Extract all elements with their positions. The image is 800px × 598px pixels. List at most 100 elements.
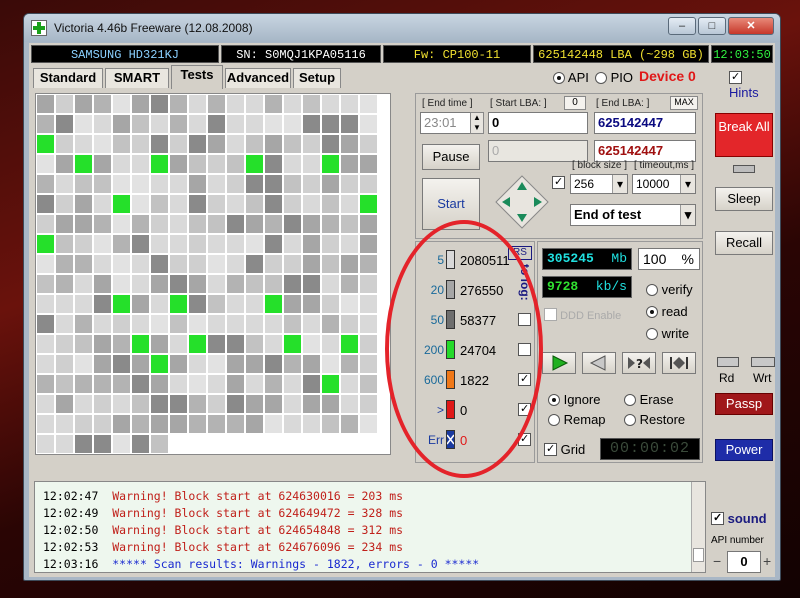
block-cell bbox=[113, 95, 130, 113]
block-cell bbox=[189, 155, 206, 173]
block-cell bbox=[113, 215, 130, 233]
legend-log-checkbox[interactable] bbox=[518, 373, 531, 386]
sleep-button[interactable]: Sleep bbox=[715, 187, 773, 211]
block-cell bbox=[37, 295, 54, 313]
pio-radio[interactable]: PIO bbox=[595, 70, 633, 85]
close-button[interactable]: ✕ bbox=[728, 17, 774, 35]
sound-check[interactable] bbox=[711, 512, 724, 525]
end-action-select[interactable]: End of test bbox=[570, 204, 696, 226]
block-cell bbox=[322, 355, 339, 373]
legend-log-checkbox[interactable] bbox=[518, 403, 531, 416]
recall-button[interactable]: Recall bbox=[715, 231, 773, 255]
end-lba-max-button[interactable]: MAX bbox=[670, 96, 698, 110]
block-cell bbox=[189, 275, 206, 293]
block-size-select[interactable]: 256 bbox=[570, 174, 628, 194]
tab-advanced[interactable]: Advanced bbox=[225, 68, 291, 88]
tab-standard[interactable]: Standard bbox=[33, 68, 103, 88]
passp-button[interactable]: Passp bbox=[715, 393, 773, 415]
tab-tests[interactable]: Tests bbox=[171, 65, 223, 89]
block-cell bbox=[227, 375, 244, 393]
ignore-dot[interactable] bbox=[548, 394, 560, 406]
start-button[interactable]: Start bbox=[422, 178, 480, 230]
erase-radio[interactable]: Erase bbox=[624, 392, 674, 407]
block-cell bbox=[151, 215, 168, 233]
direction-checkbox[interactable] bbox=[552, 176, 565, 189]
restore-dot[interactable] bbox=[624, 414, 636, 426]
verify-radio[interactable]: verify bbox=[646, 282, 693, 297]
remap-dot[interactable] bbox=[548, 414, 560, 426]
read-dot[interactable] bbox=[646, 306, 658, 318]
maximize-button[interactable]: □ bbox=[698, 17, 726, 35]
back-button[interactable] bbox=[582, 352, 616, 374]
block-cell bbox=[113, 355, 130, 373]
direction-pad[interactable] bbox=[494, 174, 550, 230]
legend-log-checkbox[interactable] bbox=[518, 433, 531, 446]
skip-button[interactable]: ? bbox=[622, 352, 656, 374]
block-cell bbox=[37, 255, 54, 273]
pio-radio-dot[interactable] bbox=[595, 72, 607, 84]
pause-button[interactable]: Pause bbox=[422, 144, 480, 170]
ddd-check[interactable] bbox=[544, 308, 557, 321]
break-all-button[interactable]: Break All bbox=[715, 113, 773, 157]
api-plus-button[interactable]: + bbox=[763, 551, 775, 571]
block-cell bbox=[113, 235, 130, 253]
timeout-select[interactable]: 10000 bbox=[632, 174, 696, 194]
ignore-radio[interactable]: Ignore bbox=[548, 392, 601, 407]
legend-threshold: 5 bbox=[437, 253, 444, 267]
end-button[interactable] bbox=[662, 352, 696, 374]
block-cell bbox=[94, 135, 111, 153]
tab-setup[interactable]: Setup bbox=[293, 68, 341, 88]
read-radio[interactable]: read bbox=[646, 304, 688, 319]
power-button[interactable]: Power bbox=[715, 439, 773, 461]
log-scroll-thumb[interactable] bbox=[693, 548, 704, 562]
block-cell bbox=[208, 295, 225, 313]
end-lba-input[interactable]: 625142447 bbox=[594, 112, 696, 134]
write-radio[interactable]: write bbox=[646, 326, 689, 341]
api-number-input[interactable]: 0 bbox=[727, 551, 761, 573]
block-cell bbox=[37, 375, 54, 393]
verify-dot[interactable] bbox=[646, 284, 658, 296]
svg-text:?: ? bbox=[636, 357, 643, 371]
api-radio-dot[interactable] bbox=[553, 72, 565, 84]
hints-checkbox[interactable]: Hints bbox=[729, 70, 775, 100]
api-minus-button[interactable]: − bbox=[713, 551, 727, 571]
grid-checkbox[interactable]: Grid bbox=[544, 442, 585, 457]
erase-dot[interactable] bbox=[624, 394, 636, 406]
block-cell bbox=[75, 355, 92, 373]
end-time-spinner[interactable]: ▲ ▼ bbox=[470, 112, 484, 134]
block-cell bbox=[322, 115, 339, 133]
end-time-input[interactable]: 23:01 bbox=[420, 112, 474, 134]
start-lba-zero-button[interactable]: 0 bbox=[564, 96, 586, 110]
block-cell bbox=[341, 275, 358, 293]
api-radio[interactable]: API bbox=[553, 70, 589, 85]
block-cell bbox=[360, 235, 377, 253]
legend-log-checkbox[interactable] bbox=[518, 313, 531, 326]
block-cell bbox=[284, 155, 301, 173]
restore-radio[interactable]: Restore bbox=[624, 412, 685, 427]
block-cell bbox=[75, 315, 92, 333]
block-cell bbox=[170, 275, 187, 293]
hints-check[interactable] bbox=[729, 71, 742, 84]
tab-smart[interactable]: SMART bbox=[105, 68, 169, 88]
block-cell bbox=[170, 155, 187, 173]
block-cell bbox=[322, 175, 339, 193]
title-bar: Victoria 4.46b Freeware (12.08.2008) – □… bbox=[24, 14, 780, 42]
log-scrollbar[interactable] bbox=[691, 482, 705, 572]
start-lba-input[interactable]: 0 bbox=[488, 112, 588, 134]
minimize-button[interactable]: – bbox=[668, 17, 696, 35]
block-cell bbox=[303, 315, 320, 333]
block-cell bbox=[227, 115, 244, 133]
write-dot[interactable] bbox=[646, 328, 658, 340]
block-cell bbox=[341, 215, 358, 233]
legend-log-checkbox[interactable] bbox=[518, 343, 531, 356]
block-cell bbox=[360, 355, 377, 373]
ddd-enable[interactable]: DDD Enable bbox=[544, 308, 621, 322]
block-cell bbox=[37, 275, 54, 293]
remap-radio[interactable]: Remap bbox=[548, 412, 606, 427]
block-cell bbox=[341, 235, 358, 253]
play-button[interactable] bbox=[542, 352, 576, 374]
sound-checkbox[interactable]: sound bbox=[711, 511, 767, 526]
block-cell bbox=[360, 135, 377, 153]
grid-check[interactable] bbox=[544, 443, 557, 456]
block-cell bbox=[322, 335, 339, 353]
